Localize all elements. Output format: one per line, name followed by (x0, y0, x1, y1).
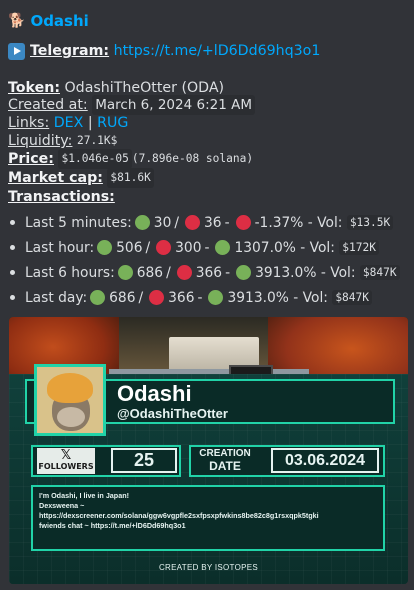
list-item: Last 5 minutes: 30/ 36- -1.37% - Vol: $1… (8, 210, 400, 235)
price-value: $1.046e-05 (58, 149, 132, 169)
desc-line: https://dexscreener.com/solana/ggw6vgpfl… (39, 511, 319, 520)
tx-sells: 366 (168, 289, 195, 306)
tx-vol-label: - Vol: (293, 289, 328, 306)
tx-vol-label: - Vol: (320, 264, 356, 281)
rug-link[interactable]: RUG (97, 114, 128, 132)
token-label: Token: (8, 80, 60, 96)
red-circle-icon (156, 240, 172, 255)
transactions-heading: Transactions: (8, 188, 115, 206)
tx-period: Last 5 minutes: (25, 214, 132, 231)
green-circle-icon (236, 265, 252, 280)
green-circle-icon (208, 290, 224, 305)
bullet (10, 295, 15, 300)
red-circle-icon (149, 290, 165, 305)
list-item: Last 6 hours: 686/ 366- 3913.0% - Vol: $… (8, 260, 400, 285)
liquidity-line: Liquidity: 27.1K$ (8, 132, 117, 150)
desc-line: I'm Odashi, I live in Japan! (39, 491, 129, 500)
red-circle-icon (235, 215, 251, 230)
tx-sells: 300 (175, 239, 202, 256)
red-circle-icon (185, 215, 201, 230)
links-line: Links: DEX | RUG (8, 114, 128, 132)
followers-count: 25 (111, 448, 177, 473)
red-circle-icon (176, 265, 192, 280)
created-value: March 6, 2024 6:21 AM (92, 95, 255, 115)
bullet (10, 220, 15, 225)
tx-buys: 506 (116, 239, 143, 256)
tx-vol-label: - Vol: (307, 214, 343, 231)
bullet (10, 270, 15, 275)
tx-change: 1307.0% (234, 239, 296, 256)
desc-line: Dexsweena ~ (39, 501, 85, 510)
tx-period: Last hour: (25, 239, 95, 256)
green-circle-icon (97, 240, 113, 255)
price-label: Price: (8, 151, 54, 167)
tx-vol: $172K (339, 240, 379, 255)
transactions-list: Last 5 minutes: 30/ 36- -1.37% - Vol: $1… (8, 210, 400, 310)
market-cap-label: Market cap: (8, 170, 103, 186)
tx-sells: 366 (195, 264, 223, 281)
tx-period: Last day: (25, 289, 88, 306)
tx-change: 3913.0% (255, 264, 317, 281)
description-box: I'm Odashi, I live in Japan! Dexsweena ~… (31, 485, 385, 551)
dog-icon: 🐕 (8, 13, 26, 29)
card-name: Odashi (117, 381, 192, 406)
play-button-icon (8, 42, 25, 60)
tx-vol: $13.5K (346, 215, 394, 230)
market-cap-value: $81.6K (107, 168, 154, 188)
transactions-label: Transactions: (8, 189, 115, 205)
tx-period: Last 6 hours: (25, 264, 115, 281)
tx-change: -1.37% (254, 214, 304, 231)
tx-vol: $847K (359, 265, 400, 280)
telegram-link[interactable]: https://t.me/+lD6Dd69hq3o1 (114, 43, 321, 59)
tx-buys: 30 (153, 214, 172, 231)
telegram-label: Telegram: (30, 43, 110, 59)
liquidity-label: Liquidity: (8, 133, 73, 149)
avatar (34, 364, 106, 436)
desc-line: fwiends chat ~ https://t.me/+lD6Dd69hq3o… (39, 521, 186, 530)
creation-label: CREATION DATE (199, 448, 251, 473)
token-card-image[interactable]: Odashi @OdashiTheOtter 𝕏 FOLLOWERS 25 CR… (9, 317, 408, 584)
dex-link[interactable]: DEX (54, 114, 84, 132)
bullet (10, 245, 15, 250)
price-line: Price: $1.046e-05 (7.896e-08 solana) (8, 149, 254, 169)
market-cap-line: Market cap: $81.6K (8, 168, 154, 188)
tx-vol-label: - Vol: (300, 239, 335, 256)
links-label: Links: (8, 115, 50, 131)
title-link[interactable]: Odashi (30, 12, 88, 30)
created-label: Created at: (8, 97, 88, 113)
price-sol-value: (7.896e-08 solana) (131, 152, 254, 165)
tx-vol: $847K (332, 290, 372, 305)
card-handle: @OdashiTheOtter (117, 406, 228, 421)
tx-buys: 686 (109, 289, 136, 306)
tx-change: 3913.0% (227, 289, 289, 306)
tx-sells: 36 (204, 214, 222, 231)
telegram-row: Telegram: https://t.me/+lD6Dd69hq3o1 (8, 41, 320, 61)
list-item: Last day: 686/ 366- 3913.0% - Vol: $847K (8, 285, 400, 310)
created-line: Created at: March 6, 2024 6:21 AM (8, 95, 255, 115)
tx-buys: 686 (136, 264, 164, 281)
liquidity-value: 27.1K$ (76, 134, 118, 147)
green-circle-icon (90, 290, 106, 305)
followers-label: FOLLOWERS (38, 462, 94, 471)
creation-date: 03.06.2024 (271, 448, 379, 473)
green-circle-icon (215, 240, 231, 255)
green-circle-icon (134, 215, 150, 230)
link-separator: | (87, 115, 93, 131)
x-logo-icon: 𝕏 FOLLOWERS (37, 448, 95, 474)
list-item: Last hour: 506/ 300- 1307.0% - Vol: $172… (8, 235, 400, 260)
card-footer: CREATED BY ISOTOPES (158, 563, 259, 572)
green-circle-icon (117, 265, 133, 280)
message-title-row: 🐕 Odashi (8, 11, 89, 31)
